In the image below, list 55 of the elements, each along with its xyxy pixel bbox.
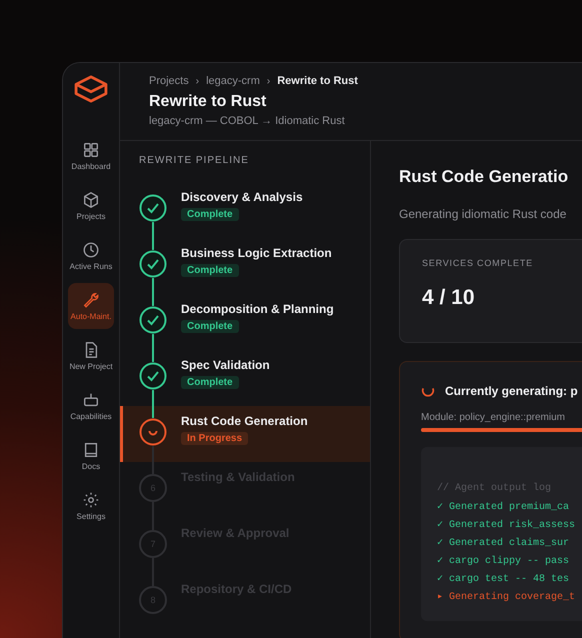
log-line: ✓ Generated risk_assess [437, 519, 576, 533]
settings-icon [82, 491, 100, 509]
clock-icon [82, 241, 100, 259]
breadcrumb-separator: › [266, 76, 270, 86]
log-line: ✓ Generated claims_sur [437, 537, 570, 551]
log-line: ✓ cargo clippy -- pass [437, 555, 570, 569]
stat-label: SERVICES COMPLETE [422, 258, 534, 268]
sidebar-item[interactable]: Projects [68, 183, 114, 229]
section-description: Generating idiomatic Rust code [399, 207, 568, 221]
breadcrumb-separator: › [196, 76, 200, 86]
pipeline-step[interactable]: Business Logic Extraction Complete [120, 238, 370, 294]
cube-icon [82, 191, 100, 209]
page-title: Rewrite to Rust [149, 93, 268, 111]
plug-icon [82, 391, 100, 409]
step-name: Rust Code Generation [181, 414, 308, 428]
check-icon [139, 194, 167, 222]
log-line: ✓ cargo test -- 48 tes [437, 573, 570, 587]
status-badge: Complete [181, 208, 239, 221]
check-icon [139, 306, 167, 334]
sidebar-item[interactable]: Active Runs [68, 233, 114, 279]
breadcrumb-link[interactable]: Projects [149, 75, 189, 87]
stat-value: 4 / 10 [422, 286, 476, 310]
status-badge: In Progress [181, 432, 248, 445]
sidebar-item[interactable]: Capabilities [68, 383, 114, 429]
sidebar-item[interactable]: Dashboard [68, 133, 114, 179]
pipeline-step[interactable]: Rust Code Generation In Progress [120, 406, 370, 462]
step-name: Business Logic Extraction [181, 246, 332, 260]
sidebar-item[interactable]: Auto-Maint. [68, 283, 114, 329]
pipeline-step[interactable]: Discovery & Analysis Complete [120, 182, 370, 238]
book-icon [82, 441, 100, 459]
step-name: Discovery & Analysis [181, 190, 303, 204]
sidebar-item[interactable]: Docs [68, 433, 114, 479]
sidebar-item[interactable]: New Project [68, 333, 114, 379]
logo-icon [72, 75, 110, 103]
status-badge: Complete [181, 376, 239, 389]
wrench-icon [82, 291, 100, 309]
check-icon [139, 362, 167, 390]
breadcrumb-link[interactable]: legacy-crm [206, 75, 260, 87]
grid-icon [82, 141, 100, 159]
log-line: ▸ Generating coverage_t [437, 591, 576, 605]
status-badge: Complete [181, 264, 239, 277]
section-heading: REWRITE PIPELINE [138, 155, 250, 166]
spinner-icon [139, 418, 167, 446]
step-name: Decomposition & Planning [181, 302, 334, 316]
status-badge: Complete [181, 320, 239, 333]
step-name: Spec Validation [181, 358, 270, 372]
pipeline-step[interactable]: Decomposition & Planning Complete [120, 294, 370, 350]
pipeline-step[interactable]: Spec Validation Complete [120, 350, 370, 406]
module-name: Module: policy_engine::premium [421, 412, 566, 423]
sidebar-item[interactable]: Settings [68, 483, 114, 529]
check-icon [139, 250, 167, 278]
current-task: Currently generating: p [445, 384, 578, 398]
section-title: Rust Code Generatio [399, 167, 570, 187]
page-subtitle: legacy-crm — COBOL → Idiomatic Rust [149, 115, 346, 127]
log-line: ✓ Generated premium_ca [437, 501, 570, 515]
